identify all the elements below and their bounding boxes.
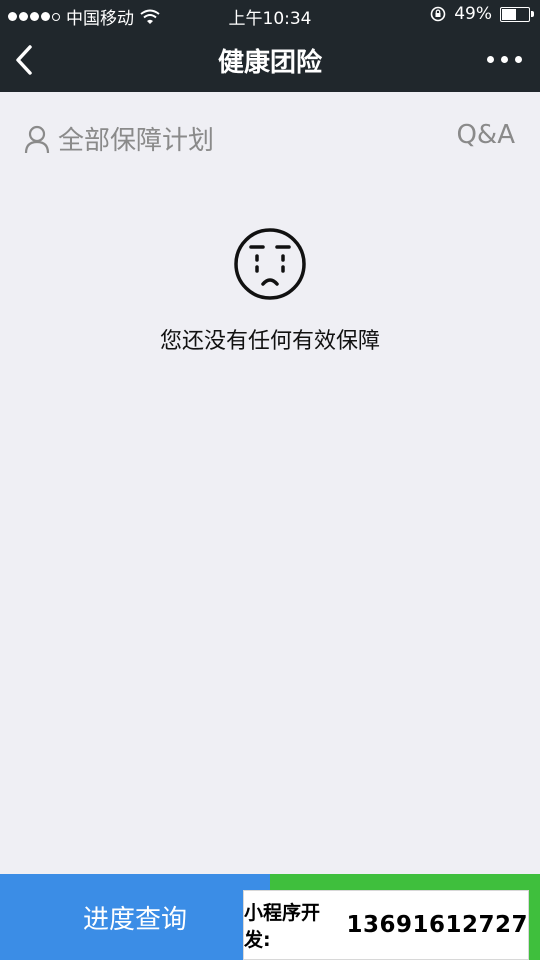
battery-percent: 49% xyxy=(454,4,492,24)
plans-row: 全部保障计划 Q&A xyxy=(0,108,540,168)
rotation-lock-icon xyxy=(430,6,446,22)
qa-link[interactable]: Q&A xyxy=(456,120,515,150)
all-plans-link[interactable]: 全部保障计划 xyxy=(24,120,214,157)
user-icon xyxy=(24,125,50,153)
status-bar: 中国移动 上午10:34 49% xyxy=(0,0,540,30)
nav-bar: 健康团险 xyxy=(0,30,540,92)
ad-banner: 小程序开发: 13691612727 xyxy=(243,890,529,960)
crying-face-icon xyxy=(234,228,306,300)
more-dots-icon[interactable] xyxy=(487,56,522,63)
all-plans-label: 全部保障计划 xyxy=(58,126,215,156)
ad-label: 小程序开发: xyxy=(244,902,321,951)
page-title: 健康团险 xyxy=(217,48,322,78)
empty-message: 您还没有任何有效保障 xyxy=(159,329,380,354)
top-bar: 中国移动 上午10:34 49% 健康团险 xyxy=(0,0,540,92)
battery-icon xyxy=(500,6,534,22)
ad-phone: 13691612727 xyxy=(346,912,528,938)
progress-query-button[interactable]: 进度查询 xyxy=(0,874,270,960)
